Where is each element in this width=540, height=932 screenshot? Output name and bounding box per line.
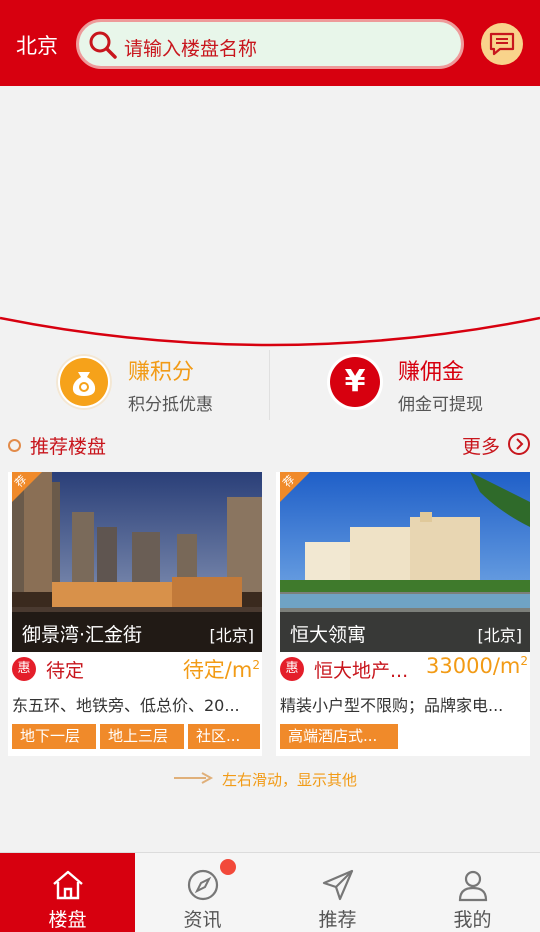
chevron-right-icon[interactable] <box>508 433 530 455</box>
nav-item-recommend[interactable]: 推荐 <box>270 853 405 932</box>
nav-item-properties[interactable]: 楼盘 <box>0 853 135 932</box>
earn-commission-title: 赚佣金 <box>398 360 465 385</box>
search-input[interactable]: 请输入楼盘名称 <box>76 19 464 69</box>
compass-icon <box>187 869 219 901</box>
property-image: 荐 御景湾·汇金街 [北京] <box>12 472 262 652</box>
nav-item-news[interactable]: 资讯 <box>135 853 270 932</box>
city-selector[interactable]: 北京 <box>16 30 58 60</box>
property-price: 待定/m2 <box>182 658 260 682</box>
section-bullet-icon <box>8 439 21 452</box>
property-city: [北京] <box>477 626 523 645</box>
discount-badge: 惠 <box>12 657 36 681</box>
more-link[interactable]: 更多 <box>462 432 500 459</box>
user-icon <box>458 870 488 902</box>
swipe-hand-icon <box>174 772 214 784</box>
property-description: 精装小户型不限购；品牌家电... <box>280 696 504 715</box>
property-name: 御景湾·汇金街 <box>22 624 143 646</box>
property-card[interactable]: 荐 恒大领寓 [北京] 惠 恒大地产... 33000/m2 精装小户型不限购；… <box>276 472 530 756</box>
property-city: [北京] <box>209 626 255 645</box>
nav-label: 推荐 <box>318 909 357 931</box>
earn-commission-entry[interactable]: ¥ 赚佣金 佣金可提现 <box>270 346 540 426</box>
property-name-bar: 御景湾·汇金街 [北京] <box>12 612 262 652</box>
property-tag: 社区... <box>188 724 260 749</box>
property-tag: 地下一层 <box>12 724 96 749</box>
earn-points-title: 赚积分 <box>128 360 195 385</box>
property-card[interactable]: 荐 御景湾·汇金街 [北京] 惠 待定 待定/m2 东五环、地铁旁、低总价、20… <box>8 472 262 756</box>
nav-label: 资讯 <box>183 909 222 931</box>
send-icon <box>322 869 354 901</box>
property-image: 荐 恒大领寓 [北京] <box>280 472 530 652</box>
coin-bag-icon <box>56 354 112 410</box>
earn-points-entry[interactable]: 赚积分 积分抵优惠 <box>0 346 270 426</box>
bottom-nav: 楼盘 资讯 推荐 我的 <box>0 852 540 932</box>
home-icon <box>53 870 83 900</box>
property-tag: 地上三层 <box>100 724 184 749</box>
property-name-bar: 恒大领寓 [北京] <box>280 612 530 652</box>
banner-curve <box>0 316 540 347</box>
notification-dot <box>220 859 236 875</box>
property-description: 东五环、地铁旁、低总价、20... <box>12 696 240 715</box>
earn-commission-subtitle: 佣金可提现 <box>398 395 483 415</box>
search-placeholder: 请输入楼盘名称 <box>124 38 258 60</box>
property-price: 33000/m2 <box>426 654 528 678</box>
discount-badge: 惠 <box>280 657 304 681</box>
message-button[interactable] <box>481 23 523 65</box>
top-bar: 北京 请输入楼盘名称 <box>0 0 540 86</box>
earn-points-subtitle: 积分抵优惠 <box>128 395 213 415</box>
section-title: 推荐楼盘 <box>30 436 107 458</box>
property-tag: 高端酒店式... <box>280 724 398 749</box>
property-status: 待定 <box>46 660 85 682</box>
swipe-hint: 左右滑动，显示其他 <box>222 771 358 789</box>
nav-item-profile[interactable]: 我的 <box>405 853 540 932</box>
message-icon <box>489 32 515 56</box>
property-developer: 恒大地产... <box>314 660 409 682</box>
property-name: 恒大领寓 <box>290 624 367 646</box>
nav-label: 我的 <box>453 909 492 931</box>
nav-label: 楼盘 <box>48 909 87 931</box>
search-icon <box>89 31 117 59</box>
yen-icon: ¥ <box>327 354 383 410</box>
